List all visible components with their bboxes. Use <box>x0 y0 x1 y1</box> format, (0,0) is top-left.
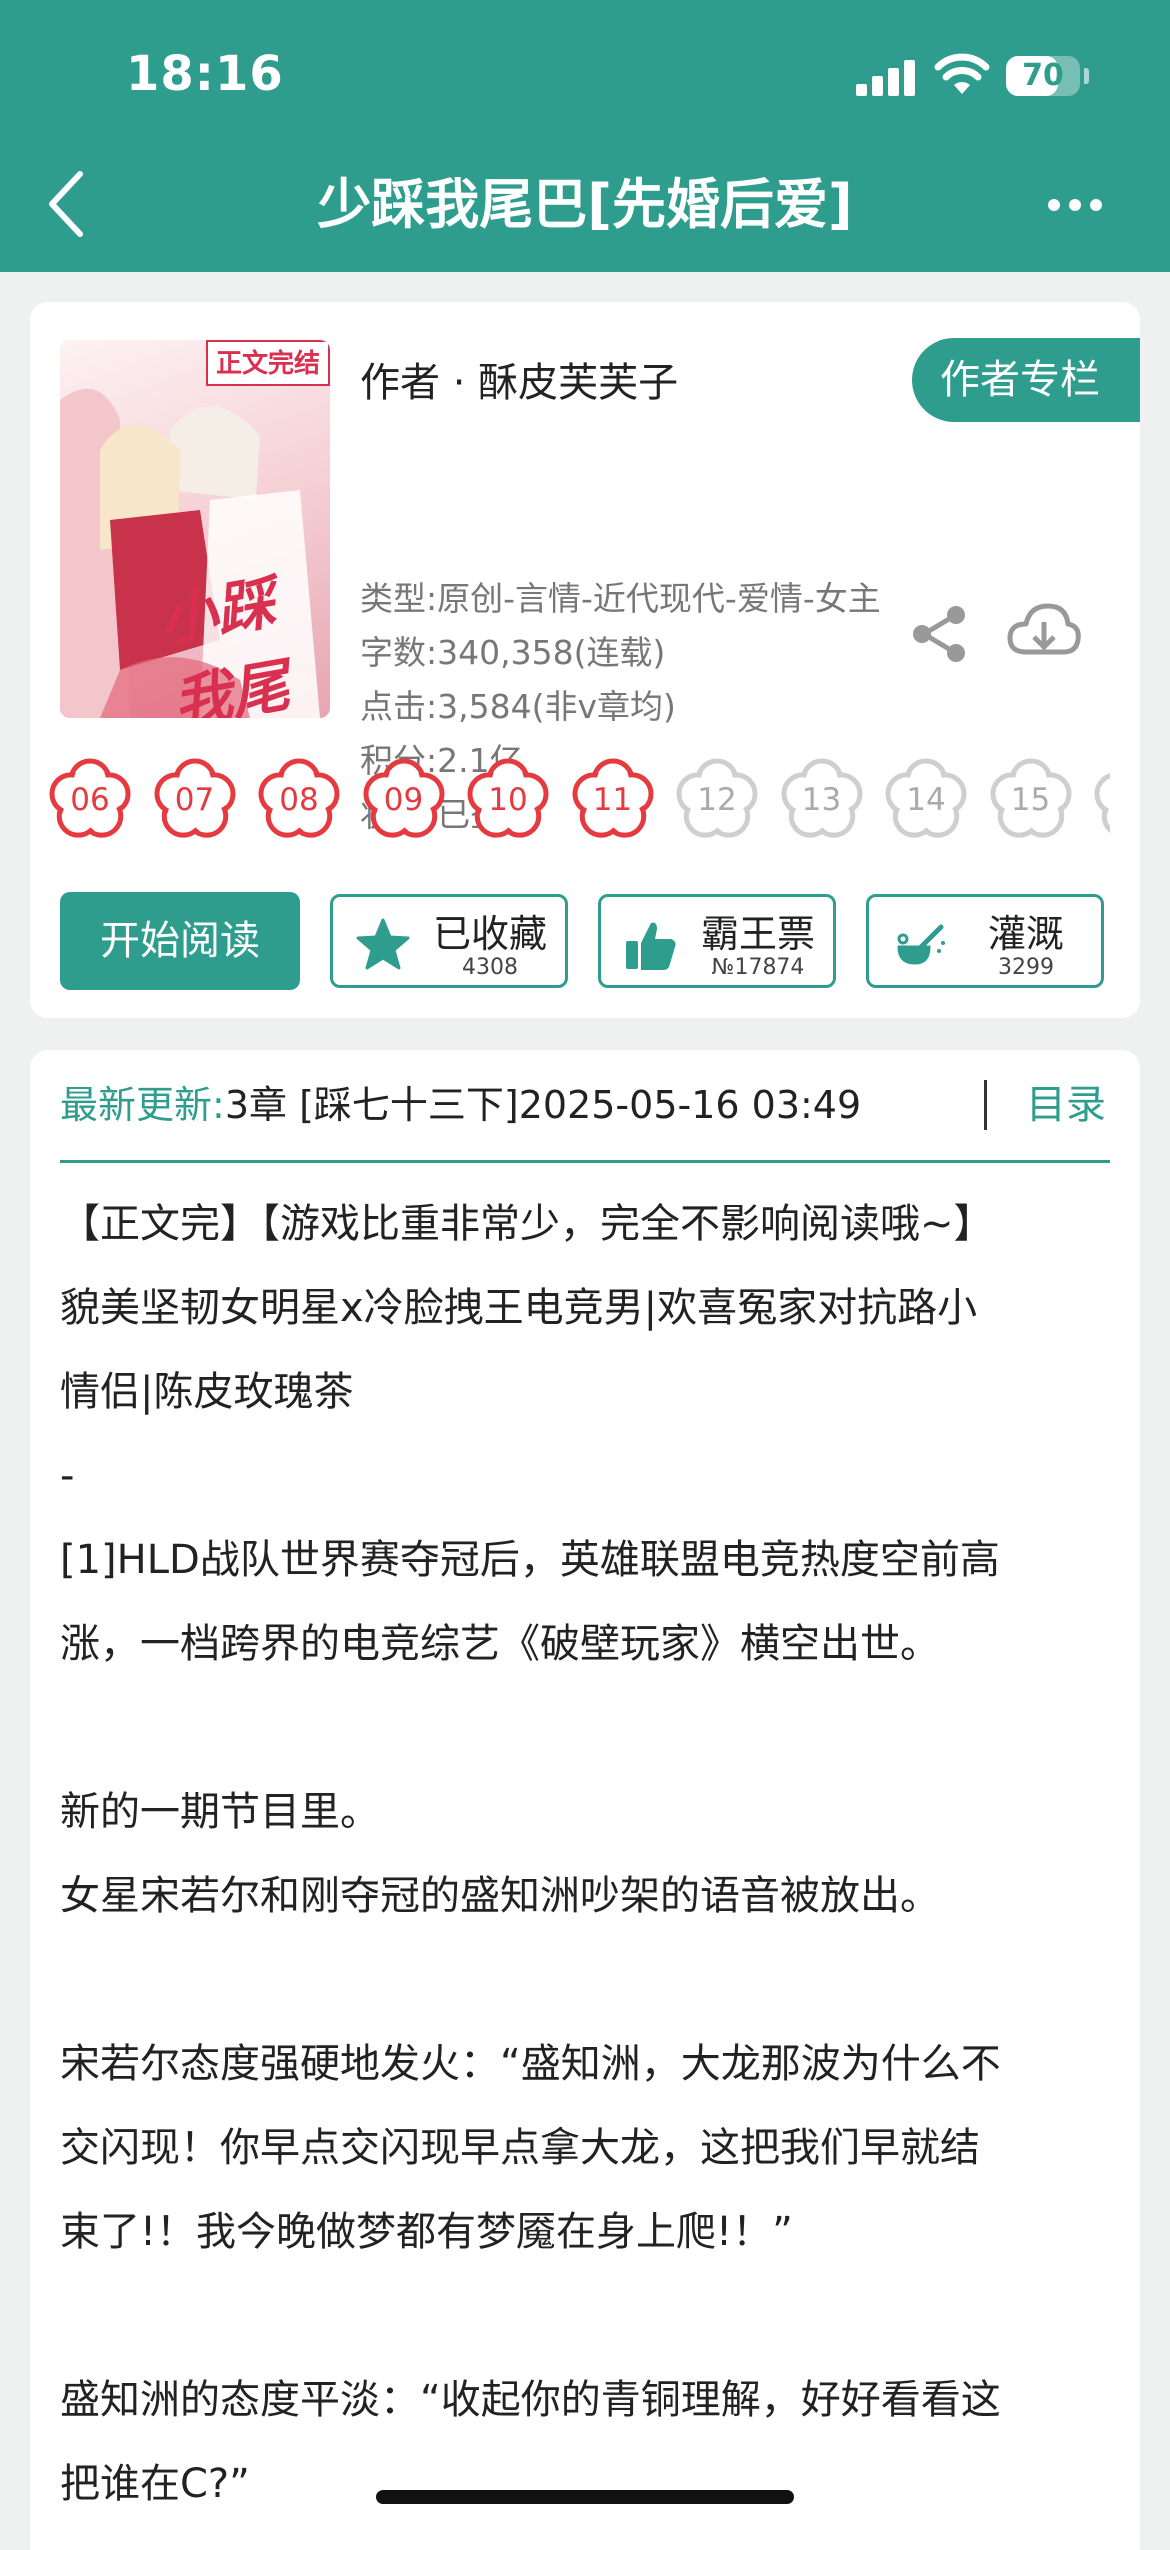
star-icon <box>356 918 410 970</box>
flower-rating-number: 08 <box>279 782 319 818</box>
water-label: 灌溉 <box>987 912 1064 956</box>
flower-rating-icon[interactable]: 06 <box>42 752 138 848</box>
description-card: 最新更新:3章 [踩七十三下]2025-05-16 03:49 目录 【正文完】… <box>30 1050 1140 2550</box>
flower-rating-number: 12 <box>697 782 737 818</box>
back-button[interactable] <box>36 164 96 244</box>
battery-tip <box>1084 68 1089 84</box>
flower-rating-number: 14 <box>906 782 946 818</box>
vote-ticket-label: 霸王票 <box>700 912 815 956</box>
flower-rating-number: 11 <box>592 782 633 818</box>
flower-rating-icon[interactable]: 15 <box>983 752 1079 848</box>
watering-can-icon <box>897 924 945 965</box>
collect-count: 4308 <box>462 955 518 980</box>
synopsis-line: 貌美坚韧女明星x冷脸拽王电竞男|欢喜冤家对抗路小 <box>60 1285 978 1331</box>
synopsis-line: [1]HLD战队世界赛夺冠后，英雄联盟电竞热度空前高 <box>60 1537 1000 1583</box>
synopsis-line: - <box>60 1453 75 1499</box>
water-count: 3299 <box>998 955 1054 980</box>
flower-rating-number: 09 <box>383 782 424 818</box>
author-name[interactable]: 作者 · 酥皮芙芙子 <box>360 350 678 408</box>
water-button[interactable]: 灌溉 3299 <box>866 894 1104 988</box>
start-reading-button[interactable]: 开始阅读 <box>60 892 300 990</box>
vote-ticket-button[interactable]: 霸王票 №17874 <box>598 894 836 988</box>
cover-title-script: 小踩我尾巴 <box>153 568 295 718</box>
synopsis-line: 情侣|陈皮玫瑰茶 <box>60 1369 354 1415</box>
flower-rating-number: 06 <box>70 782 110 818</box>
flower-rating-icon[interactable]: 13 <box>774 752 870 848</box>
synopsis-line: 交闪现！你早点交闪现早点拿大龙，这把我们早就结 <box>60 2125 980 2171</box>
synopsis-line: 束了!！我今晚做梦都有梦魇在身上爬!！” <box>60 2209 793 2255</box>
divider <box>984 1080 987 1130</box>
synopsis-line: 【正文完】【游戏比重非常少，完全不影响阅读哦~】 <box>60 1201 994 1247</box>
synopsis-line: 女星宋若尔和刚夺冠的盛知洲吵架的语音被放出。 <box>60 1873 940 1919</box>
book-info-card: 正文完结 小踩我尾巴 作者 · 酥皮芙芙子 作者专栏 类型:原创-言情-近代现代… <box>30 302 1140 1018</box>
synopsis-line: 盛知洲的态度平淡：“收起你的青铜理解，好好看看这 <box>60 2377 1001 2423</box>
collect-button[interactable]: 已收藏 4308 <box>330 894 568 988</box>
book-cover[interactable]: 正文完结 小踩我尾巴 <box>60 340 330 718</box>
latest-update-label: 最新更新: <box>60 1083 225 1127</box>
download-icon[interactable] <box>1006 600 1082 664</box>
section-divider <box>60 1160 1110 1163</box>
synopsis-line: 涨，一档跨界的电竞综艺《破壁玩家》横空出世。 <box>60 1621 940 1667</box>
thumbs-up-icon <box>626 922 676 970</box>
flower-rating-number: 07 <box>174 782 215 818</box>
flower-rating-icon[interactable]: 12 <box>669 752 765 848</box>
share-icon[interactable] <box>910 604 970 664</box>
flower-rating-icon[interactable]: 09 <box>356 752 452 848</box>
battery-icon: 70 <box>1006 56 1080 96</box>
battery-level: 70 <box>1022 58 1064 93</box>
synopsis-blank-line <box>60 1686 1120 1770</box>
synopsis-blank-line <box>60 2274 1120 2358</box>
top-bar: 18:16 70 少踩我尾巴[先婚后爱] <box>0 0 1170 272</box>
cellular-signal-icon <box>856 58 916 96</box>
synopsis-line: 新的一期节目里。 <box>60 1789 380 1835</box>
book-synopsis: 【正文完】【游戏比重非常少，完全不影响阅读哦~】 貌美坚韧女明星x冷脸拽王电竞男|… <box>60 1182 1120 2526</box>
synopsis-line: 宋若尔态度强硬地发火：“盛知洲，大龙那波为什么不 <box>60 2041 1001 2087</box>
latest-update-value: 3章 [踩七十三下]2025-05-16 03:49 <box>224 1083 862 1127</box>
flower-rating-row[interactable]: 06 07 08 09 10 11 12 13 14 15 <box>30 752 1110 862</box>
meta-genre: 类型:原创-言情-近代现代-爱情-女主 <box>360 579 881 618</box>
synopsis-blank-line <box>60 1938 1120 2022</box>
flower-rating-icon[interactable]: 10 <box>460 752 556 848</box>
table-of-contents-button[interactable]: 目录 <box>1026 1080 1106 1130</box>
flower-rating-number: 10 <box>488 782 528 818</box>
cover-status-tag: 正文完结 <box>206 340 330 386</box>
flower-rating-icon[interactable]: 14 <box>878 752 974 848</box>
status-time: 18:16 <box>126 46 284 102</box>
meta-clicks: 点击:3,584(非v章均) <box>360 687 676 726</box>
page-title: 少踩我尾巴[先婚后爱] <box>317 173 853 236</box>
wifi-icon <box>934 53 990 94</box>
collect-label: 已收藏 <box>432 912 547 956</box>
flower-rating-icon[interactable]: 11 <box>565 752 661 848</box>
vote-ticket-count: №17874 <box>711 955 805 980</box>
flower-rating-icon[interactable]: 07 <box>147 752 243 848</box>
meta-word-count: 字数:340,358(连载) <box>360 633 666 672</box>
latest-update[interactable]: 最新更新:3章 [踩七十三下]2025-05-16 03:49 <box>60 1080 861 1130</box>
synopsis-line: 把谁在C?” <box>60 2461 250 2507</box>
flower-rating-icon[interactable] <box>1087 752 1110 848</box>
more-options-button[interactable] <box>1048 190 1112 220</box>
author-column-button[interactable]: 作者专栏 <box>912 338 1140 422</box>
flower-rating-icon[interactable]: 08 <box>251 752 347 848</box>
home-indicator <box>376 2490 794 2504</box>
flower-rating-number: 13 <box>801 782 842 818</box>
flower-rating-number: 15 <box>1010 782 1051 818</box>
